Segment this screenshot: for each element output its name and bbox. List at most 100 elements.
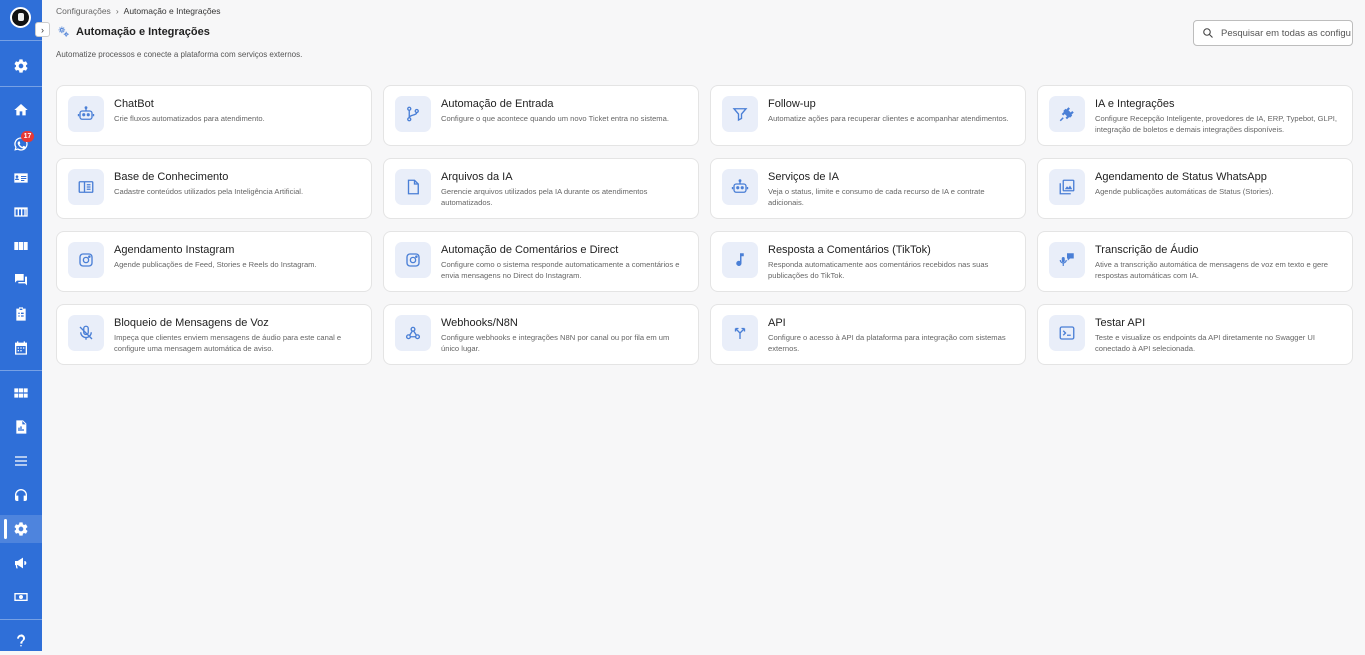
card-title: ChatBot [114,98,154,110]
sidebar-item-whatsapp[interactable]: 17 [0,130,42,158]
sidebar-item-contacts[interactable] [0,164,42,192]
robot-icon [731,179,749,193]
sidebar-item-chats[interactable] [0,266,42,294]
card-status-whatsapp[interactable]: Agendamento de Status WhatsApp Agende pu… [1037,158,1353,219]
instagram-icon [79,253,93,267]
sidebar-divider [0,86,42,87]
card-arquivos-ia[interactable]: Arquivos da IA Gerencie arquivos utiliza… [383,158,699,219]
card-automacao-entrada[interactable]: Automação de Entrada Configure o que aco… [383,85,699,146]
card-icon-box [395,169,431,205]
card-description: Ative a transcrição automática de mensag… [1095,260,1328,280]
sidebar-divider [0,40,42,41]
sidebar-item-finance[interactable] [0,583,42,611]
card-title: Serviços de IA [768,171,839,183]
card-icon-box [722,169,758,205]
sidebar-item-calendar[interactable] [0,334,42,362]
card-title: Resposta a Comentários (TikTok) [768,244,931,256]
instagram-icon [406,253,420,267]
card-transcricao-audio[interactable]: Transcrição de Áudio Ative a transcrição… [1037,231,1353,292]
file-icon [407,179,419,195]
card-bloqueio-voz[interactable]: Bloqueio de Mensagens de Voz Impeça que … [56,304,372,365]
sidebar-item-lists[interactable] [0,447,42,475]
sidebar-item-boards[interactable] [0,232,42,260]
card-api[interactable]: API Configure o acesso à API da platafor… [710,304,1026,365]
page-title: Automação e Integrações [76,25,210,38]
sidebar-item-home[interactable] [0,96,42,124]
card-base-conhecimento[interactable]: Base de Conhecimento Cadastre conteúdos … [56,158,372,219]
calendar-icon [15,341,27,355]
card-title: Bloqueio de Mensagens de Voz [114,317,269,329]
book-icon [78,181,94,193]
card-text: IA e Integrações Configure Recepção Inte… [1095,96,1342,135]
card-comentarios-direct[interactable]: Automação de Comentários e Direct Config… [383,231,699,292]
gear-icon [14,59,28,73]
card-follow-up[interactable]: Follow-up Automatize ações para recupera… [710,85,1026,146]
card-title: Transcrição de Áudio [1095,244,1199,256]
breadcrumb-current: Automação e Integrações [123,6,221,16]
columns-icon [14,242,28,250]
card-description: Automatize ações para recuperar clientes… [768,114,1009,123]
card-testar-api[interactable]: Testar API Teste e visualize os endpoint… [1037,304,1353,365]
list-icon [15,456,27,466]
card-text: Resposta a Comentários (TikTok) Responda… [768,242,1015,281]
kanban-icon [14,207,28,217]
card-tiktok[interactable]: Resposta a Comentários (TikTok) Responda… [710,231,1026,292]
card-text: Follow-up Automatize ações para recupera… [768,96,1009,124]
card-description: Veja o status, limite e consumo de cada … [768,187,985,207]
search-input[interactable] [1221,27,1351,39]
sidebar: 17 [0,0,42,651]
card-icon-box [68,315,104,351]
card-text: Agendamento de Status WhatsApp Agende pu… [1095,169,1274,197]
megaphone-icon [15,557,27,569]
page-subtitle: Automatize processos e conecte a platafo… [56,50,303,59]
gear-icon [58,26,69,37]
sidebar-divider [0,370,42,371]
sidebar-item-kanban[interactable] [0,198,42,226]
search-box[interactable] [1193,20,1353,46]
home-icon [14,104,28,116]
branch-icon [407,106,419,122]
music-note-icon [736,253,744,266]
card-servicos-ia[interactable]: Serviços de IA Veja o status, limite e c… [710,158,1026,219]
sidebar-item-support[interactable] [0,481,42,509]
robot-icon [77,106,95,120]
sidebar-item-dashboard[interactable] [0,379,42,407]
card-description: Crie fluxos automatizados para atendimen… [114,114,265,123]
card-text: Bloqueio de Mensagens de Voz Impeça que … [114,315,361,354]
card-ia-integracoes[interactable]: IA e Integrações Configure Recepção Inte… [1037,85,1353,146]
card-text: Automação de Comentários e Direct Config… [441,242,688,281]
sidebar-item-campaigns[interactable] [0,549,42,577]
clipboard-icon [16,307,26,321]
card-description: Configure webhooks e integrações N8N por… [441,333,670,353]
card-chatbot[interactable]: ChatBot Crie fluxos automatizados para a… [56,85,372,146]
card-title: IA e Integrações [1095,98,1175,110]
card-icon-box [722,96,758,132]
card-title: Webhooks/N8N [441,317,518,329]
card-description: Agende publicações de Feed, Stories e Re… [114,260,317,269]
sidebar-item-integrations[interactable] [0,515,42,543]
card-icon-box [68,96,104,132]
sidebar-item-settings[interactable] [0,52,42,80]
breadcrumb-parent[interactable]: Configurações [56,6,111,16]
sidebar-item-tasks[interactable] [0,300,42,328]
sidebar-toggle-button[interactable]: › [35,22,50,37]
card-icon-box [722,315,758,351]
company-logo[interactable] [10,7,31,28]
integrations-grid: ChatBot Crie fluxos automatizados para a… [56,85,1353,365]
dashboard-icon [14,388,28,398]
card-text: Agendamento Instagram Agende publicações… [114,242,317,270]
merge-icon [734,327,746,339]
money-icon [14,593,28,601]
card-description: Configure o que acontece quando um novo … [441,114,669,123]
image-stack-icon [1059,179,1075,195]
card-agendamento-instagram[interactable]: Agendamento Instagram Agende publicações… [56,231,372,292]
card-title: Agendamento Instagram [114,244,235,256]
card-description: Impeça que clientes enviem mensagens de … [114,333,342,353]
chat-icon [15,274,27,286]
page-header: Automação e Integrações [57,25,210,38]
card-description: Configure o acesso à API da plataforma p… [768,333,1006,353]
card-text: Automação de Entrada Configure o que aco… [441,96,669,124]
sidebar-item-reports[interactable] [0,413,42,441]
card-webhooks-n8n[interactable]: Webhooks/N8N Configure webhooks e integr… [383,304,699,365]
notification-badge: 17 [21,131,34,142]
